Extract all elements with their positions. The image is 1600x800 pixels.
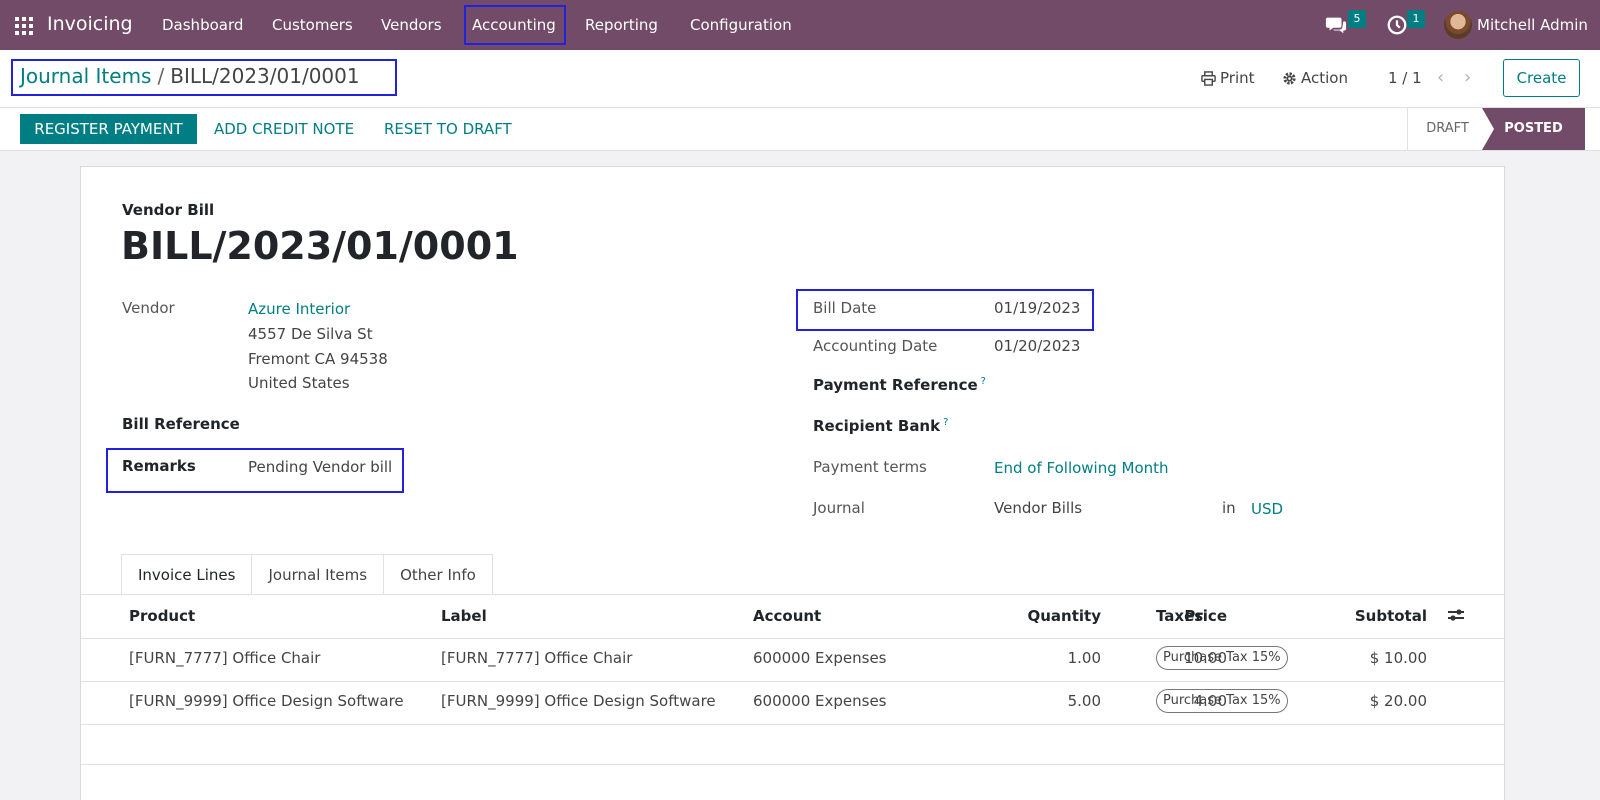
menu-dashboard[interactable]: Dashboard — [162, 16, 243, 34]
tab-other-info[interactable]: Other Info — [384, 554, 493, 595]
row1-account[interactable]: 600000 Expenses — [753, 649, 887, 667]
bill-date-value[interactable]: 01/19/2023 — [994, 299, 1080, 317]
column-header-account[interactable]: Account — [753, 607, 821, 625]
row1-quantity[interactable]: 1.00 — [961, 649, 1101, 667]
pager-next-icon[interactable]: › — [1464, 67, 1471, 88]
row1-subtotal: $ 10.00 — [1369, 649, 1427, 667]
recipient-bank-label: Recipient Bank? — [813, 417, 948, 435]
payment-terms-label: Payment terms — [813, 458, 927, 476]
row1-label[interactable]: [FURN_7777] Office Chair — [441, 649, 632, 667]
register-payment-button[interactable]: REGISTER PAYMENT — [20, 114, 197, 144]
notebook-tabs: Invoice Lines Journal Items Other Info — [121, 554, 493, 595]
column-header-label[interactable]: Label — [441, 607, 487, 625]
accounting-date-value[interactable]: 01/20/2023 — [994, 337, 1080, 355]
print-label: Print — [1220, 69, 1255, 87]
row2-product[interactable]: [FURN_9999] Office Design Software — [129, 692, 404, 710]
currency-value[interactable]: USD — [1251, 500, 1283, 518]
column-header-taxes[interactable]: Taxes — [1156, 607, 1203, 625]
breadcrumb-highlight-box — [11, 59, 397, 96]
app-name[interactable]: Invoicing — [47, 13, 133, 35]
action-label: Action — [1301, 69, 1348, 87]
top-navbar: Invoicing Dashboard Customers Vendors Ac… — [0, 0, 1600, 50]
printer-icon — [1201, 70, 1216, 86]
user-avatar[interactable] — [1444, 11, 1472, 39]
row2-quantity[interactable]: 5.00 — [961, 692, 1101, 710]
row1-product[interactable]: [FURN_7777] Office Chair — [129, 649, 320, 667]
vendor-address-country: United States — [248, 374, 350, 392]
user-name[interactable]: Mitchell Admin — [1477, 16, 1588, 34]
bill-reference-label: Bill Reference — [122, 415, 240, 433]
journal-label: Journal — [813, 499, 865, 517]
bill-date-label: Bill Date — [813, 299, 877, 317]
vendor-address-street: 4557 De Silva St — [248, 325, 373, 343]
payment-reference-text: Payment Reference — [813, 376, 978, 394]
status-bar: REGISTER PAYMENT ADD CREDIT NOTE RESET T… — [0, 108, 1600, 151]
vendor-address-city: Fremont CA 94538 — [248, 350, 388, 368]
journal-value[interactable]: Vendor Bills — [994, 499, 1082, 517]
vendor-name-link[interactable]: Azure Interior — [248, 300, 350, 318]
menu-configuration[interactable]: Configuration — [690, 16, 792, 34]
table-header-divider — [81, 638, 1504, 639]
document-type-label: Vendor Bill — [122, 201, 215, 219]
activities-badge: 1 — [1407, 10, 1425, 28]
activity-clock-icon[interactable] — [1386, 14, 1408, 36]
row2-account[interactable]: 600000 Expenses — [753, 692, 887, 710]
reset-to-draft-button[interactable]: RESET TO DRAFT — [384, 120, 512, 138]
pager-previous-icon[interactable]: ‹ — [1437, 67, 1444, 88]
row2-label[interactable]: [FURN_9999] Office Design Software — [441, 692, 716, 710]
document-title: BILL/2023/01/0001 — [121, 224, 519, 268]
row-divider — [81, 681, 1504, 682]
payment-terms-value[interactable]: End of Following Month — [994, 459, 1169, 477]
menu-vendors[interactable]: Vendors — [381, 16, 442, 34]
messages-icon[interactable] — [1325, 14, 1347, 36]
vendor-label: Vendor — [122, 299, 175, 317]
column-header-quantity[interactable]: Quantity — [941, 607, 1102, 625]
action-button[interactable]: Action — [1282, 69, 1348, 87]
gear-icon — [1283, 71, 1296, 85]
remarks-value[interactable]: Pending Vendor bill — [248, 458, 392, 476]
tab-invoice-lines[interactable]: Invoice Lines — [121, 554, 253, 595]
payment-reference-label: Payment Reference? — [813, 376, 986, 394]
control-panel: Journal Items / BILL/2023/01/0001 Print Ac… — [0, 50, 1600, 108]
print-button[interactable]: Print — [1201, 69, 1255, 87]
payment-reference-help-icon[interactable]: ? — [981, 376, 986, 387]
form-sheet: Vendor Bill BILL/2023/01/0001 Vendor Azu… — [80, 166, 1505, 800]
row-divider — [81, 764, 1504, 765]
column-header-subtotal[interactable]: Subtotal — [1301, 607, 1427, 625]
stage-draft[interactable]: DRAFT — [1407, 108, 1487, 150]
accounting-date-label: Accounting Date — [813, 337, 938, 355]
stage-posted[interactable]: POSTED — [1482, 108, 1585, 150]
tabs-divider — [81, 594, 1504, 595]
add-credit-note-button[interactable]: ADD CREDIT NOTE — [214, 120, 354, 138]
menu-customers[interactable]: Customers — [272, 16, 353, 34]
accounting-highlight-box — [464, 5, 566, 45]
tab-journal-items[interactable]: Journal Items — [252, 554, 385, 595]
recipient-bank-help-icon[interactable]: ? — [943, 417, 948, 428]
row2-subtotal: $ 20.00 — [1369, 692, 1427, 710]
column-header-product[interactable]: Product — [129, 607, 195, 625]
optional-columns-icon[interactable] — [1446, 605, 1466, 625]
column-header-price[interactable]: Price — [1081, 607, 1227, 625]
menu-reporting[interactable]: Reporting — [585, 16, 658, 34]
app-grid-icon[interactable] — [15, 17, 33, 35]
row-divider — [81, 724, 1504, 725]
row2-tax-badge[interactable]: Purchase Tax 15% — [1156, 689, 1288, 713]
recipient-bank-text: Recipient Bank — [813, 417, 941, 435]
create-button[interactable]: Create — [1503, 59, 1580, 97]
journal-in-text: in — [1222, 499, 1236, 517]
remarks-label: Remarks — [122, 457, 196, 475]
messages-badge: 5 — [1348, 10, 1366, 28]
row1-tax-badge[interactable]: Purchase Tax 15% — [1156, 646, 1288, 670]
pager-value[interactable]: 1 / 1 — [1388, 69, 1422, 87]
